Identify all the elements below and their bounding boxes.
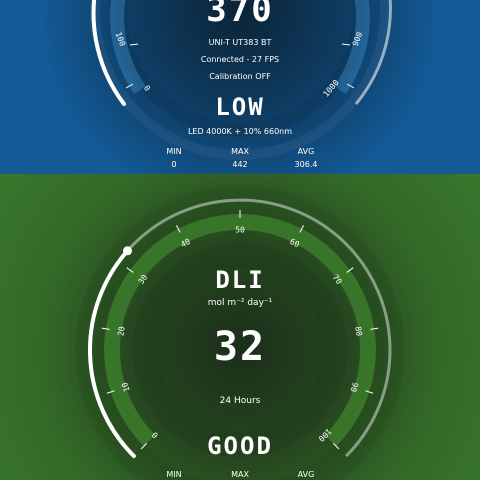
dli-value: 32 — [213, 324, 267, 370]
stat-min-value: 0 — [171, 160, 177, 169]
stat-max-label: MAX — [231, 147, 249, 156]
top-reading-value: 370 — [206, 0, 274, 30]
stat-avg-value: 306.4 — [294, 160, 318, 169]
light-source-label: LED 4000K + 10% 660nm — [187, 127, 293, 136]
device-name: UNI-T UT383 BT — [208, 38, 272, 47]
stat-min-label: MIN — [166, 147, 182, 156]
dli-stat-max-label: MAX — [231, 470, 249, 479]
dli-stat-avg-label: AVG — [297, 470, 315, 479]
connection-status: Connected - 27 FPS — [200, 55, 280, 64]
dli-stat-min-label: MIN — [166, 470, 182, 479]
dli-unit: mol m⁻² day⁻¹ — [207, 298, 273, 308]
dli-status-label: GOOD — [207, 432, 273, 460]
dli-period: 24 Hours — [219, 396, 261, 406]
dli-tick-label: 90 — [348, 381, 360, 393]
calibration-status: Calibration OFF — [209, 72, 271, 81]
bottom-dli-panel: 0 10 20 30 40 50 60 70 80 90 100 DLI mol m⁻² day⁻¹… — [0, 174, 480, 480]
stat-avg-label: AVG — [297, 147, 315, 156]
top-status-label: LOW — [215, 93, 265, 121]
dli-gauge-indicator — [123, 246, 132, 256]
top-light-meter-panel: 100 0 900 1000 370 UNI-T UT383 BT Connec… — [0, 0, 480, 174]
dli-tick-label: 50 — [235, 226, 245, 235]
dli-title: DLI — [215, 266, 265, 294]
stat-max-value: 442 — [232, 160, 248, 169]
